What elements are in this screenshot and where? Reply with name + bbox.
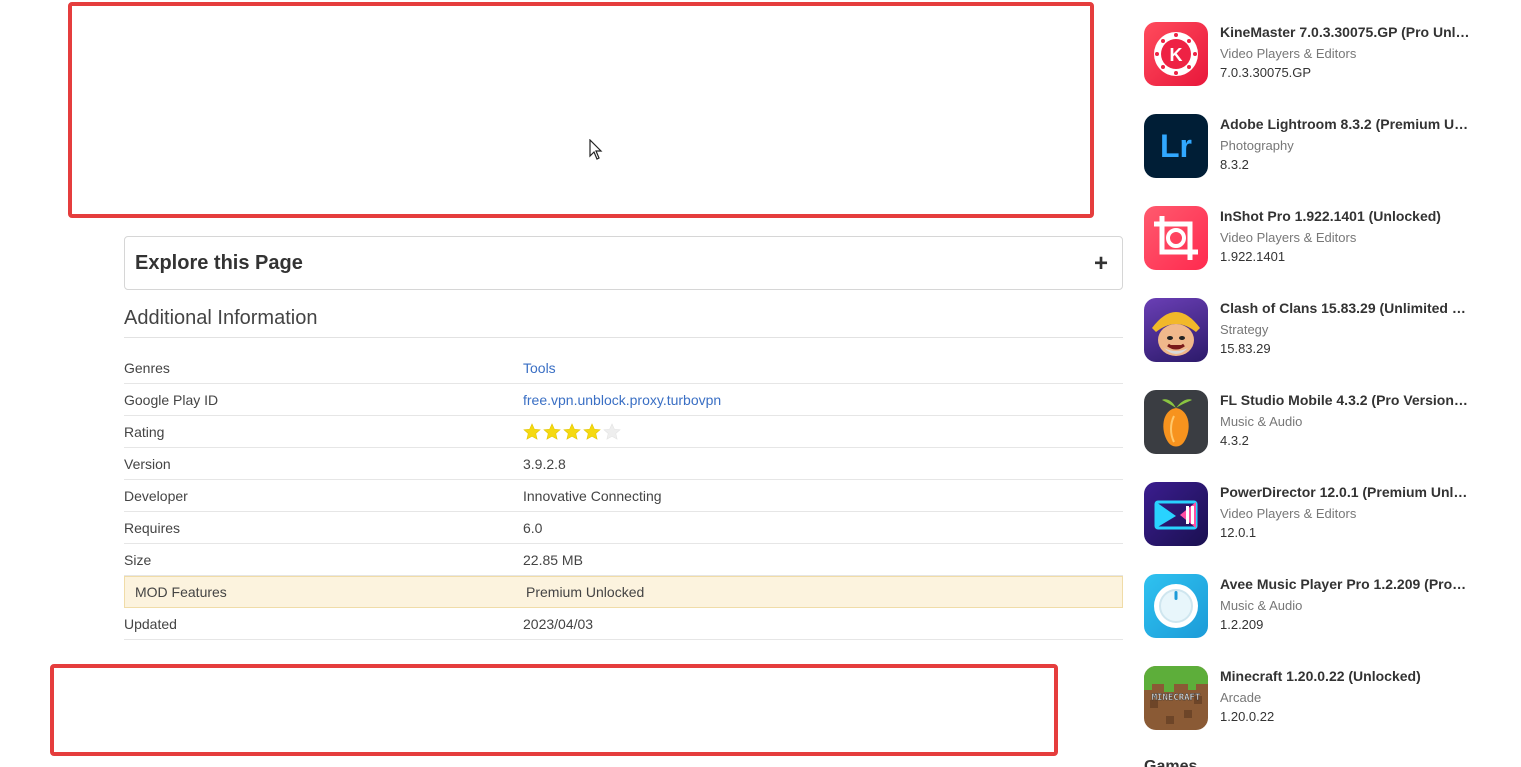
list-item[interactable]: PowerDirector 12.0.1 (Premium Unlocked) … (1144, 482, 1474, 574)
app-version: 8.3.2 (1220, 157, 1249, 172)
highlight-box-bottom (50, 664, 1058, 756)
row-value: Innovative Connecting (523, 487, 662, 504)
row-label: MOD Features (135, 584, 227, 600)
star-filled-icon (543, 422, 561, 440)
list-item[interactable]: MINECRAFT Minecraft 1.20.0.22 (Unlocked)… (1144, 666, 1474, 758)
app-name[interactable]: PowerDirector 12.0.1 (Premium Unlocked) (1220, 484, 1470, 500)
row-label: Version (124, 455, 171, 472)
fl-studio-icon (1144, 390, 1208, 454)
list-item[interactable]: InShot Pro 1.922.1401 (Unlocked) Video P… (1144, 206, 1474, 298)
list-item[interactable]: Avee Music Player Pro 1.2.209 (Pro Unloc… (1144, 574, 1474, 666)
row-value: 2023/04/03 (523, 615, 594, 632)
table-row: Google Play ID free.vpn.unblock.proxy.tu… (124, 384, 1123, 416)
app-version: 15.83.29 (1220, 341, 1271, 356)
app-category: Music & Audio (1220, 598, 1303, 613)
divider (124, 337, 1123, 338)
rating-stars (523, 422, 1123, 441)
star-filled-icon (583, 422, 601, 440)
row-label: Google Play ID (124, 391, 219, 408)
clash-of-clans-icon (1144, 298, 1208, 362)
related-apps-list: K KineMaster 7.0.3.30075.GP (Pro Unlocke… (1144, 22, 1474, 758)
svg-text:MINECRAFT: MINECRAFT (1152, 693, 1201, 703)
app-name[interactable]: Adobe Lightroom 8.3.2 (Premium Unlocked) (1220, 116, 1470, 132)
avee-player-icon (1144, 574, 1208, 638)
table-row: Size 22.85 MB (124, 544, 1123, 576)
app-name[interactable]: InShot Pro 1.922.1401 (Unlocked) (1220, 208, 1470, 224)
app-version: 1.20.0.22 (1220, 709, 1275, 724)
row-value: Premium Unlocked (526, 584, 645, 600)
star-empty-icon (603, 422, 621, 440)
app-name[interactable]: FL Studio Mobile 4.3.2 (Pro Version Unlo… (1220, 392, 1470, 408)
row-value: 3.9.2.8 (523, 455, 566, 472)
list-item[interactable]: K KineMaster 7.0.3.30075.GP (Pro Unlocke… (1144, 22, 1474, 114)
app-version: 1.2.209 (1220, 617, 1264, 632)
star-filled-icon (523, 422, 541, 440)
app-version: 12.0.1 (1220, 525, 1257, 540)
svg-text:K: K (1170, 45, 1183, 65)
table-row: Genres Tools (124, 352, 1123, 384)
app-version: 1.922.1401 (1220, 249, 1286, 264)
row-label: Size (124, 551, 152, 568)
table-row: Requires 6.0 (124, 512, 1123, 544)
app-name[interactable]: Minecraft 1.20.0.22 (Unlocked) (1220, 668, 1470, 684)
app-category: Arcade (1220, 690, 1262, 705)
app-category: Video Players & Editors (1220, 46, 1357, 61)
explore-this-page-toggle[interactable]: Explore this Page + (124, 236, 1123, 290)
app-category: Music & Audio (1220, 414, 1303, 429)
google-play-id-link[interactable]: free.vpn.unblock.proxy.turbovpn (523, 392, 721, 408)
highlight-box-top (68, 2, 1094, 218)
plus-icon[interactable]: + (1094, 252, 1108, 276)
app-category: Strategy (1220, 322, 1269, 337)
row-label: Developer (124, 487, 188, 504)
powerdirector-icon (1144, 482, 1208, 546)
row-label: Requires (124, 519, 181, 536)
genre-link[interactable]: Tools (523, 360, 556, 376)
explore-title: Explore this Page (135, 251, 303, 274)
inshot-icon (1144, 206, 1208, 270)
list-item[interactable]: Lr Adobe Lightroom 8.3.2 (Premium Unlock… (1144, 114, 1474, 206)
list-item[interactable]: FL Studio Mobile 4.3.2 (Pro Version Unlo… (1144, 390, 1474, 482)
star-filled-icon (563, 422, 581, 440)
table-row: Rating (124, 416, 1123, 448)
table-row: Developer Innovative Connecting (124, 480, 1123, 512)
app-category: Video Players & Editors (1220, 506, 1357, 521)
mod-features-row: MOD Features Premium Unlocked (124, 576, 1123, 608)
table-row: Version 3.9.2.8 (124, 448, 1123, 480)
mouse-pointer-icon (589, 139, 603, 160)
app-name[interactable]: Clash of Clans 15.83.29 (Unlimited Money… (1220, 300, 1470, 316)
kinemaster-icon: K (1144, 22, 1208, 86)
games-section-heading: Games (1144, 758, 1198, 767)
additional-info-table: Genres Tools Google Play ID free.vpn.unb… (124, 352, 1123, 640)
list-item[interactable]: Clash of Clans 15.83.29 (Unlimited Money… (1144, 298, 1474, 390)
app-category: Photography (1220, 138, 1294, 153)
app-version: 4.3.2 (1220, 433, 1249, 448)
row-value: 22.85 MB (523, 551, 583, 568)
additional-info-heading: Additional Information (124, 307, 318, 329)
lightroom-icon: Lr (1144, 114, 1208, 178)
minecraft-icon: MINECRAFT (1144, 666, 1208, 730)
row-value: 6.0 (523, 519, 543, 536)
row-label: Rating (124, 423, 165, 440)
table-row: Updated 2023/04/03 (124, 608, 1123, 640)
row-label: Updated (124, 615, 177, 632)
app-name[interactable]: KineMaster 7.0.3.30075.GP (Pro Unlocked) (1220, 24, 1470, 40)
svg-text:Lr: Lr (1160, 128, 1192, 164)
app-name[interactable]: Avee Music Player Pro 1.2.209 (Pro Unloc… (1220, 576, 1470, 592)
app-category: Video Players & Editors (1220, 230, 1357, 245)
row-label: Genres (124, 359, 170, 376)
app-version: 7.0.3.30075.GP (1220, 65, 1312, 80)
